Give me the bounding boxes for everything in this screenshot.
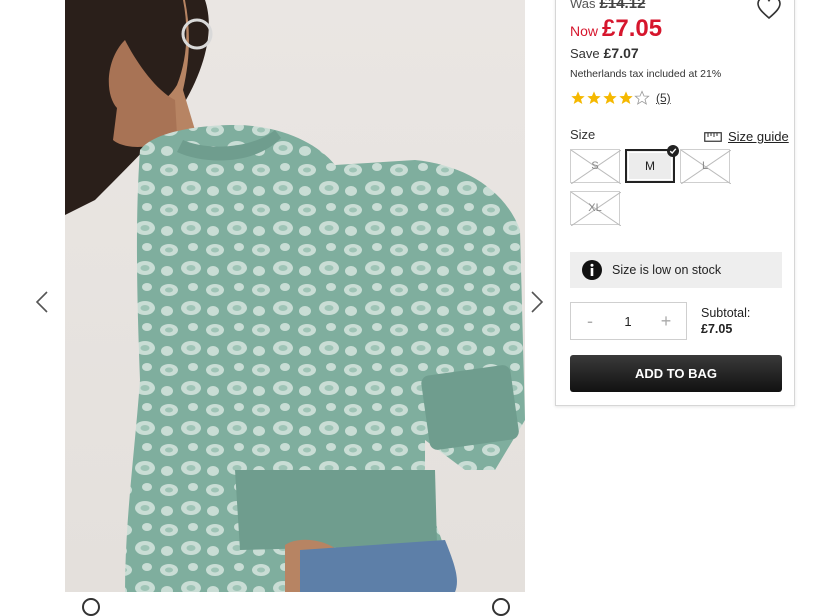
tax-note: Netherlands tax included at 21% xyxy=(570,68,722,80)
quantity-stepper: - + xyxy=(570,302,687,340)
subtotal: Subtotal: £7.05 xyxy=(701,305,750,337)
add-to-bag-button[interactable]: ADD TO BAG xyxy=(570,355,782,392)
size-option-label: XL xyxy=(588,202,602,214)
star-rating[interactable]: (5) xyxy=(570,90,671,106)
star-filled-icon xyxy=(619,91,633,104)
gallery-prev-button[interactable] xyxy=(30,288,54,316)
save-value: £7.07 xyxy=(603,45,639,61)
heart-outline-icon xyxy=(757,0,781,20)
chevron-left-icon xyxy=(35,291,48,313)
chevron-right-icon xyxy=(531,291,544,313)
size-option-label: S xyxy=(591,160,599,172)
ruler-icon xyxy=(704,131,722,142)
was-label: Was xyxy=(570,0,596,11)
product-gallery xyxy=(0,0,555,616)
decrease-quantity-button[interactable]: - xyxy=(571,311,609,332)
star-empty-icon xyxy=(634,90,650,105)
size-option-label: L xyxy=(701,160,709,172)
star-filled-icon xyxy=(603,91,617,104)
was-price: Was £14.12 xyxy=(570,0,645,12)
size-option-s[interactable]: S xyxy=(570,149,621,184)
zoom-icon[interactable] xyxy=(492,598,510,616)
gallery-next-button[interactable] xyxy=(525,288,549,316)
size-option-label: M xyxy=(645,159,655,173)
subtotal-value: £7.05 xyxy=(701,322,733,336)
zoom-icon[interactable] xyxy=(82,598,100,616)
review-count-link[interactable]: (5) xyxy=(656,91,671,105)
size-option-l[interactable]: L xyxy=(680,149,731,184)
check-icon xyxy=(667,145,679,157)
low-stock-message: Size is low on stock xyxy=(612,263,722,277)
now-label: Now xyxy=(570,23,599,39)
product-image[interactable] xyxy=(65,0,525,592)
star-filled-icon xyxy=(587,91,601,104)
increase-quantity-button[interactable]: + xyxy=(647,311,685,332)
size-label: Size xyxy=(570,127,596,142)
low-stock-notice: Size is low on stock xyxy=(570,252,782,288)
size-guide-label: Size guide xyxy=(728,129,789,144)
save-label: Save xyxy=(570,46,600,61)
size-guide-link[interactable]: Size guide xyxy=(704,129,789,144)
size-option-m[interactable]: M xyxy=(625,145,679,183)
quantity-input[interactable] xyxy=(609,313,647,329)
purchase-panel: Was £14.12 Now £7.05 Save £7.07 Netherlands… xyxy=(555,0,795,406)
was-price-value: £14.12 xyxy=(599,0,646,12)
now-price-value: £7.05 xyxy=(602,15,663,42)
save-amount: Save £7.07 xyxy=(570,45,639,61)
subtotal-label: Subtotal: xyxy=(701,306,751,320)
star-filled-icon xyxy=(571,91,585,104)
size-option-xl[interactable]: XL xyxy=(570,191,621,226)
now-price: Now £7.05 xyxy=(570,15,662,43)
info-icon xyxy=(582,260,602,280)
wishlist-button[interactable] xyxy=(756,0,782,21)
